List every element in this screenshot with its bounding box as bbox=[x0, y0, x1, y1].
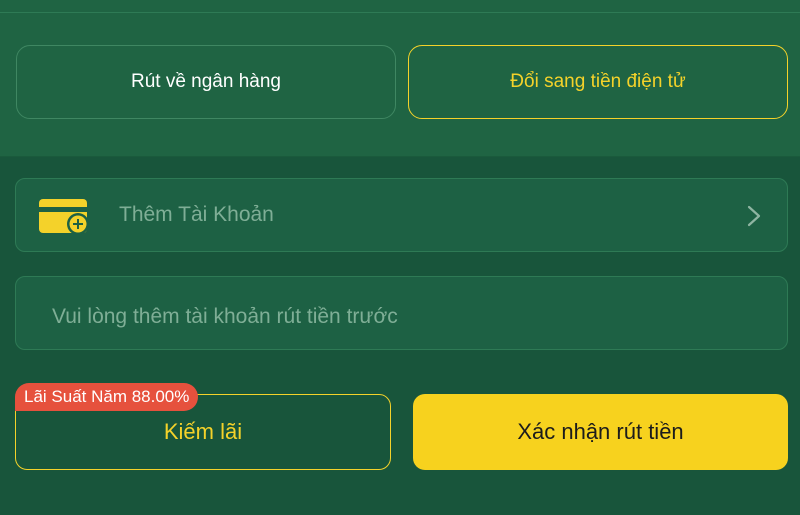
account-info-notice: Vui lòng thêm tài khoản rút tiền trước bbox=[15, 276, 788, 350]
withdraw-method-section: Rút về ngân hàng Đổi sang tiền điện tử bbox=[0, 0, 800, 157]
convert-to-crypto-button[interactable]: Đổi sang tiền điện tử bbox=[408, 45, 788, 119]
withdraw-to-bank-button[interactable]: Rút về ngân hàng bbox=[16, 45, 396, 119]
notice-text: Vui lòng thêm tài khoản rút tiền trước bbox=[52, 305, 398, 328]
add-account-label: Thêm Tài Khoản bbox=[119, 203, 274, 226]
confirm-withdraw-label: Xác nhận rút tiền bbox=[517, 419, 684, 444]
chevron-right-icon bbox=[747, 205, 761, 227]
confirm-withdraw-button[interactable]: Xác nhận rút tiền bbox=[413, 394, 788, 470]
earn-interest-label: Kiếm lãi bbox=[163, 419, 243, 444]
withdraw-to-bank-label: Rút về ngân hàng bbox=[130, 71, 281, 92]
interest-rate-badge: Lãi Suất Năm 88.00% bbox=[15, 383, 199, 411]
add-account-row[interactable]: Thêm Tài Khoản bbox=[15, 178, 788, 252]
card-add-icon bbox=[39, 199, 89, 235]
convert-to-crypto-label: Đổi sang tiền điện tử bbox=[510, 71, 686, 92]
divider bbox=[0, 12, 800, 13]
